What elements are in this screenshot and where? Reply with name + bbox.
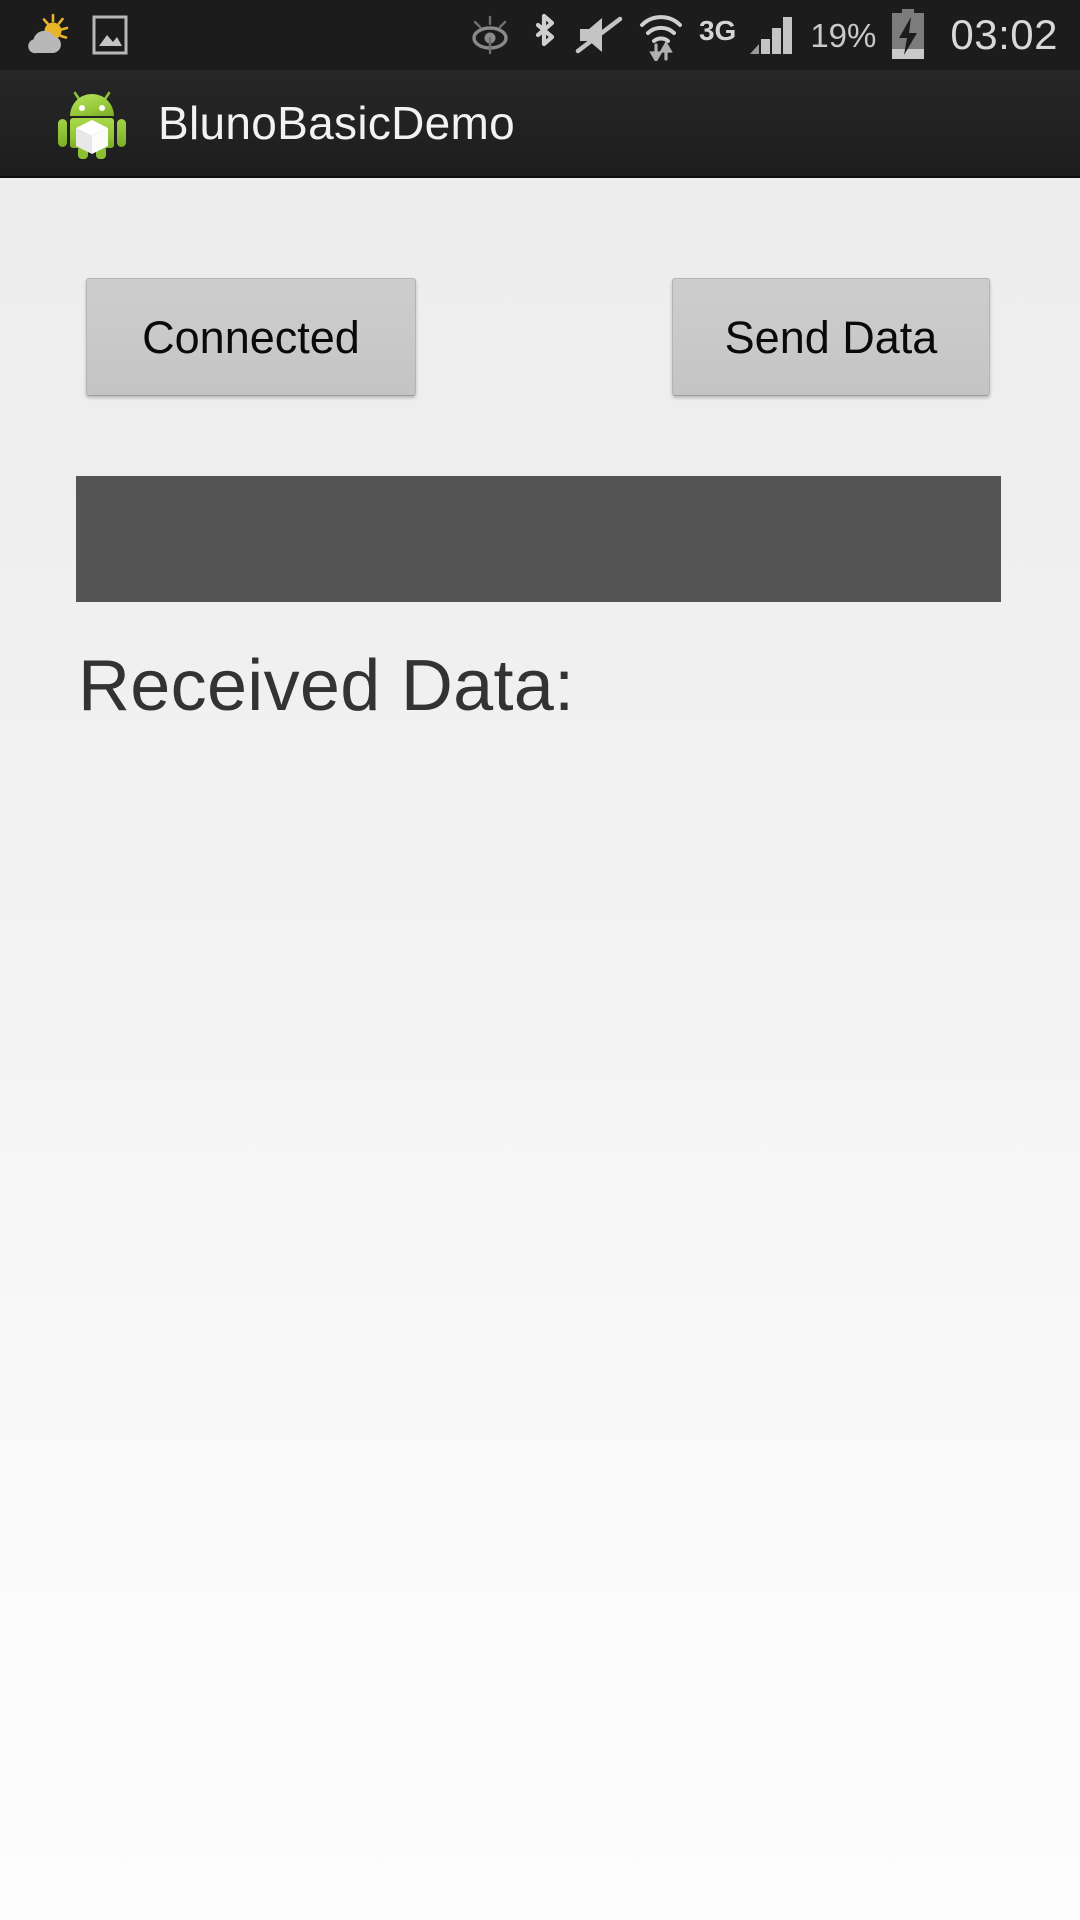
screenshot-image-icon xyxy=(92,15,128,55)
serial-send-input[interactable] xyxy=(76,476,1001,602)
status-bar-system-icons: 3G 19% 03:02 xyxy=(467,9,1058,61)
app-title: BlunoBasicDemo xyxy=(158,97,516,149)
connection-status-button[interactable]: Connected xyxy=(86,278,416,396)
weather-partly-cloudy-icon xyxy=(28,13,69,54)
button-row: Connected Send Data xyxy=(0,278,1080,396)
clock-label: 03:02 xyxy=(950,11,1058,58)
received-data-label: Received Data: xyxy=(78,646,575,726)
battery-percent-label: 19% xyxy=(810,16,877,54)
status-bar: 3G 19% 03:02 xyxy=(0,0,1080,70)
status-bar-notifications xyxy=(24,13,128,57)
smart-stay-eye-icon xyxy=(472,15,508,55)
bluetooth-icon xyxy=(535,13,555,47)
send-data-button[interactable]: Send Data xyxy=(672,278,990,396)
network-type-label: 3G xyxy=(698,15,737,46)
signal-bars-icon xyxy=(750,17,793,54)
wifi-icon xyxy=(639,15,682,61)
main-content: Connected Send Data Received Data: xyxy=(0,180,1080,1920)
action-bar: BlunoBasicDemo xyxy=(0,70,1080,178)
phone-screen: 3G 19% 03:02 BlunoBasicDemo Connected Se… xyxy=(0,0,1080,1920)
android-robot-icon xyxy=(58,91,126,159)
sound-mute-icon xyxy=(575,16,623,54)
battery-charging-icon xyxy=(892,9,925,59)
